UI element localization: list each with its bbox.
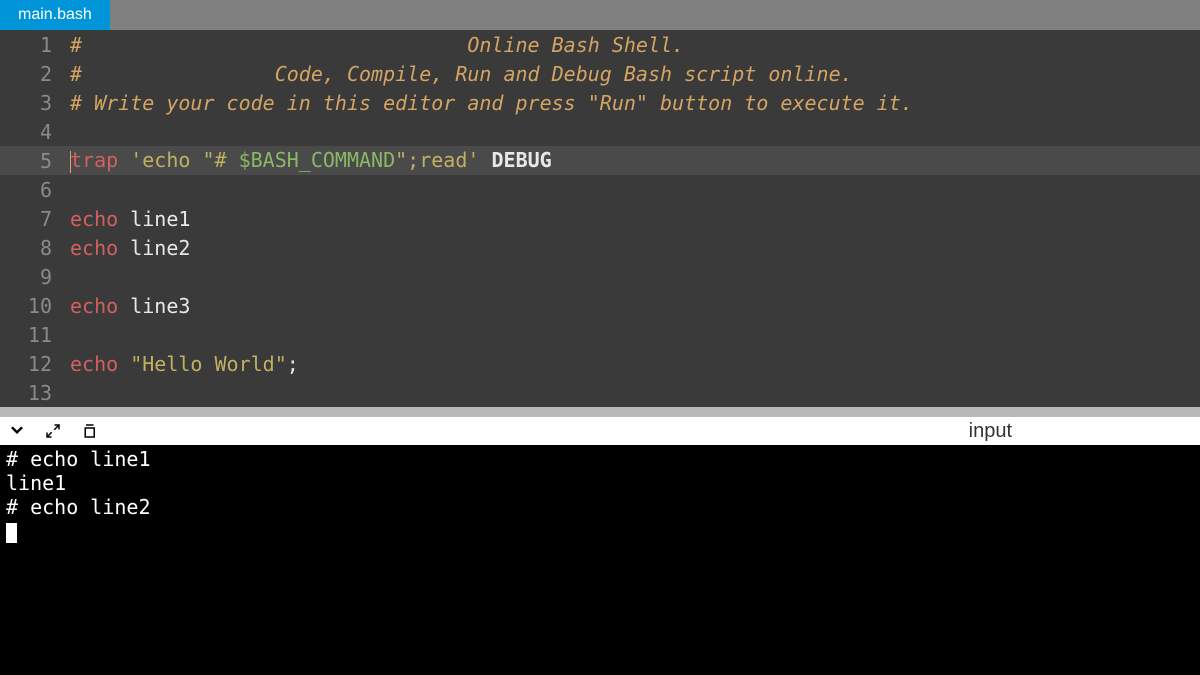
code-line[interactable]: 1# Online Bash Shell. [0, 30, 1200, 59]
file-tab[interactable]: main.bash [0, 0, 110, 30]
code-content: echo line2 [70, 236, 190, 260]
terminal-toolbar: input [0, 417, 1200, 445]
code-editor[interactable]: 1# Online Bash Shell.2# Code, Compile, R… [0, 30, 1200, 407]
code-line[interactable]: 4 [0, 117, 1200, 146]
code-content: trap 'echo "# $BASH_COMMAND";read' DEBUG [70, 148, 552, 173]
line-number: 4 [0, 120, 70, 144]
code-line[interactable]: 6 [0, 175, 1200, 204]
pane-splitter[interactable] [0, 407, 1200, 417]
code-line[interactable]: 10echo line3 [0, 291, 1200, 320]
file-tab-label: main.bash [18, 6, 92, 24]
code-line[interactable]: 12echo "Hello World"; [0, 349, 1200, 378]
code-line[interactable]: 9 [0, 262, 1200, 291]
terminal-line: line1 [6, 471, 1194, 495]
code-content: echo line1 [70, 207, 190, 231]
terminal-toolbar-left [8, 422, 98, 440]
line-number: 10 [0, 294, 70, 318]
line-number: 9 [0, 265, 70, 289]
line-number: 2 [0, 62, 70, 86]
code-line[interactable]: 2# Code, Compile, Run and Debug Bash scr… [0, 59, 1200, 88]
terminal-cursor [6, 523, 17, 543]
code-line[interactable]: 11 [0, 320, 1200, 349]
code-content: # Write your code in this editor and pre… [70, 91, 913, 115]
line-number: 6 [0, 178, 70, 202]
code-line[interactable]: 7echo line1 [0, 204, 1200, 233]
terminal-line: # echo line2 [6, 495, 1194, 519]
line-number: 3 [0, 91, 70, 115]
line-number: 12 [0, 352, 70, 376]
expand-icon[interactable] [44, 422, 62, 440]
terminal-input-label: input [969, 420, 1192, 443]
code-content: echo "Hello World"; [70, 352, 299, 376]
code-line[interactable]: 5trap 'echo "# $BASH_COMMAND";read' DEBU… [0, 146, 1200, 175]
code-line[interactable]: 13 [0, 378, 1200, 407]
code-content: # Code, Compile, Run and Debug Bash scri… [70, 62, 853, 86]
line-number: 13 [0, 381, 70, 405]
tab-bar: main.bash [0, 0, 1200, 30]
code-content: # Online Bash Shell. [70, 33, 684, 57]
terminal-output[interactable]: # echo line1line1# echo line2 [0, 445, 1200, 675]
copy-icon[interactable] [80, 422, 98, 440]
line-number: 7 [0, 207, 70, 231]
code-line[interactable]: 3# Write your code in this editor and pr… [0, 88, 1200, 117]
code-line[interactable]: 8echo line2 [0, 233, 1200, 262]
line-number: 11 [0, 323, 70, 347]
line-number: 5 [0, 149, 70, 173]
chevron-down-icon[interactable] [8, 422, 26, 440]
line-number: 8 [0, 236, 70, 260]
line-number: 1 [0, 33, 70, 57]
terminal-line: # echo line1 [6, 447, 1194, 471]
code-content: echo line3 [70, 294, 190, 318]
